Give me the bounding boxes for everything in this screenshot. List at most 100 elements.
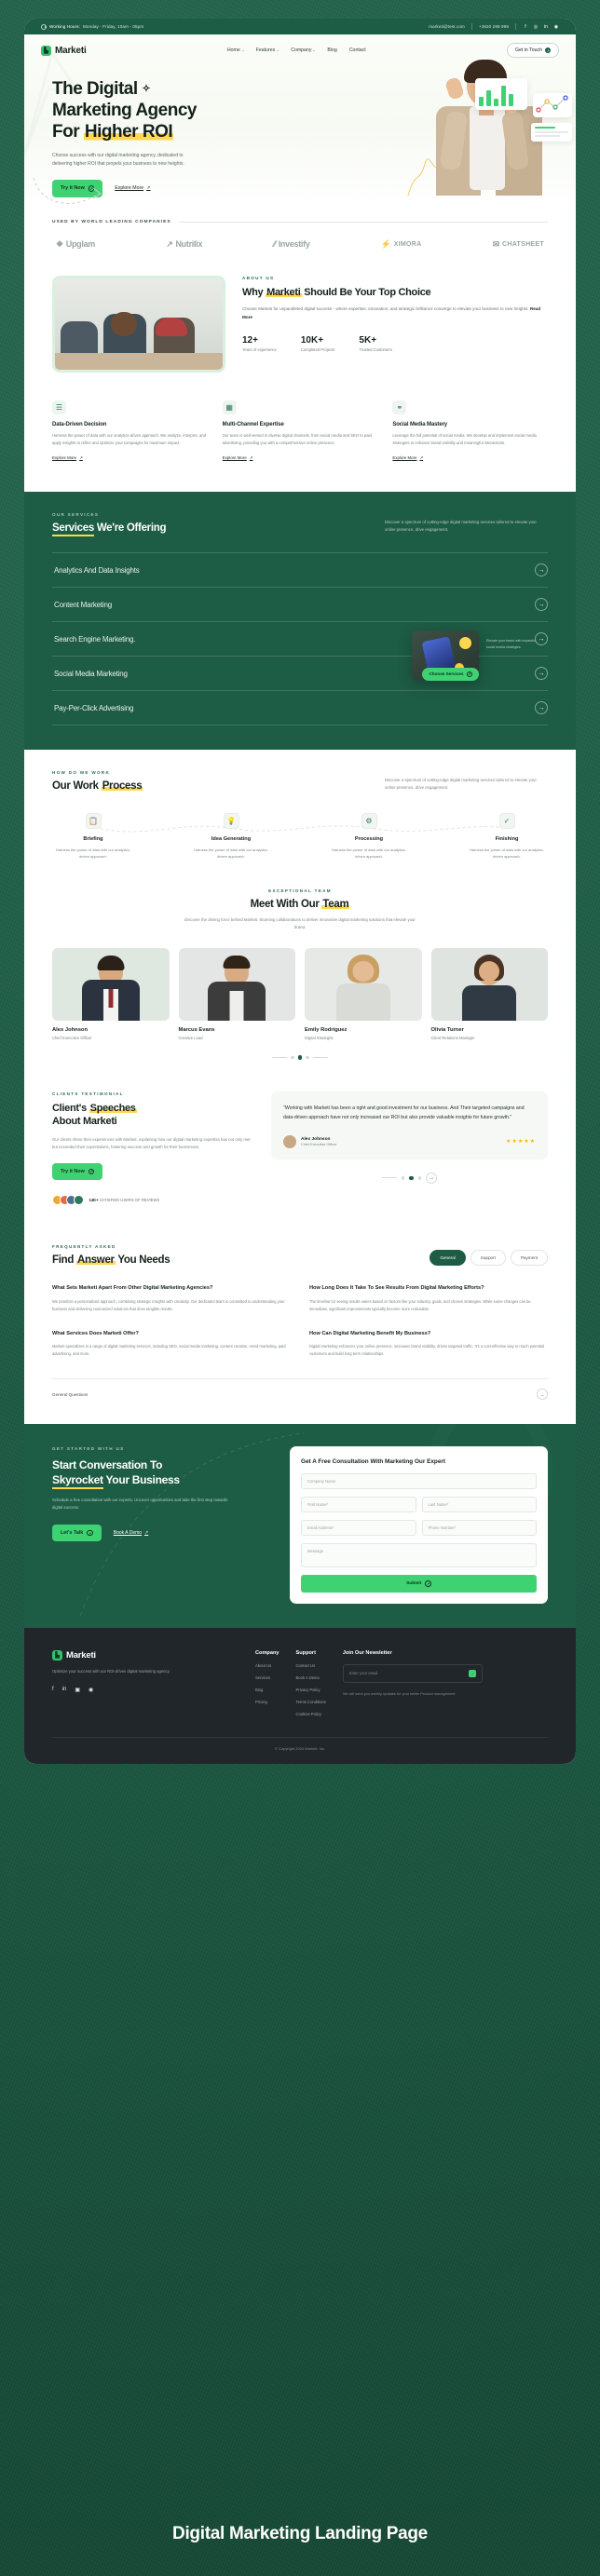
feature-explore-link[interactable]: Explore More ↗: [223, 455, 253, 461]
arrow-right-icon[interactable]: →: [535, 667, 548, 681]
faq-grid: What Sets Marketi Apart From Other Digit…: [52, 1284, 548, 1358]
site-footer: ▙ Marketi Optimize your success with our…: [24, 1627, 576, 1764]
company-name-field[interactable]: Company Name: [301, 1473, 537, 1490]
carousel-dot[interactable]: [306, 1055, 309, 1060]
faq-item[interactable]: What Sets Marketi Apart From Other Digit…: [52, 1284, 291, 1313]
testimonial-carousel-nav[interactable]: →: [271, 1172, 548, 1184]
arrow-right-icon: ↗: [87, 1529, 93, 1537]
first-name-field[interactable]: First Name*: [301, 1497, 416, 1513]
stat-item: 10K+ Completed Projects: [301, 335, 335, 352]
last-name-field[interactable]: Last Name*: [421, 1497, 537, 1513]
carousel-dot[interactable]: [417, 1176, 422, 1180]
step-title: Idea Generating: [211, 835, 252, 842]
step-text: Harness the power of data with our analy…: [331, 847, 407, 860]
chevron-down-icon: [313, 49, 316, 51]
work-title: Our Work Process: [52, 780, 143, 793]
footer-link-blog[interactable]: Blog: [255, 1688, 280, 1692]
topbar-phone[interactable]: +3920 299 999: [479, 24, 509, 29]
facebook-icon[interactable]: f: [52, 1687, 54, 1693]
feature-explore-link[interactable]: Explore More ↗: [392, 455, 423, 461]
stat-label: Trusted Customers: [359, 346, 392, 352]
tab-general[interactable]: General: [430, 1250, 466, 1267]
linkedin-icon[interactable]: in: [543, 24, 549, 30]
clock-icon: [41, 23, 47, 30]
instagram-icon[interactable]: ▣: [75, 1687, 80, 1693]
carousel-prev-dash[interactable]: [381, 1177, 397, 1179]
nav-item-blog[interactable]: Blog: [327, 47, 336, 53]
footer-link-pricing[interactable]: Pricing: [255, 1700, 280, 1704]
footer-link-demo[interactable]: Book A Demo: [296, 1675, 326, 1680]
book-demo-link[interactable]: Book A Demo ↗: [114, 1530, 149, 1536]
service-item-analytics[interactable]: Analytics And Data Insights →: [52, 552, 548, 589]
newsletter-input[interactable]: Enter your email →: [342, 1663, 483, 1683]
page-caption: Digital Marketing Landing Page: [172, 2524, 428, 2543]
topbar-socials: f ◎ in ◉: [523, 24, 559, 30]
utility-topbar: Working Hours: Monday - Friday, 10am - 0…: [24, 19, 576, 34]
whatsapp-icon[interactable]: ◉: [553, 24, 559, 30]
team-member: Emily Rodriguez Digital Strategist: [305, 948, 422, 1040]
feature-explore-link[interactable]: Explore More ↗: [52, 455, 83, 461]
carousel-dot[interactable]: [291, 1055, 294, 1060]
footer-link-cookies[interactable]: Cookies Policy: [296, 1712, 326, 1716]
faq-item[interactable]: How Can Digital Marketing Benefit My Bus…: [309, 1330, 548, 1359]
footer-link-terms[interactable]: Terms Conditions: [296, 1700, 326, 1704]
lets-talk-button[interactable]: Let's Talk ↗: [52, 1524, 102, 1542]
logo-ximora: ⚡ XIMORA: [380, 238, 422, 249]
brand-logo[interactable]: ▙ Marketi: [41, 45, 87, 56]
arrow-right-icon[interactable]: →: [535, 563, 548, 577]
services-section: OUR SERVICES Services We're Offering Dis…: [24, 491, 576, 751]
tab-payment[interactable]: Payment: [510, 1250, 548, 1267]
footer-link-about[interactable]: About Us: [255, 1663, 280, 1668]
faq-item[interactable]: What Services Does Marketi Offer? Market…: [52, 1330, 291, 1359]
main-navigation: ▙ Marketi Home Features Company Blog Con…: [24, 34, 576, 61]
lets-talk-label: Let's Talk: [61, 1530, 84, 1537]
footer-link-privacy[interactable]: Privacy Policy: [296, 1688, 326, 1692]
carousel-dot-active[interactable]: [409, 1175, 414, 1181]
topbar-email[interactable]: marketi@test.com: [429, 24, 465, 29]
message-field[interactable]: Message: [301, 1543, 537, 1568]
footer-copyright: © Copyright 2024 Marketi. Inc.: [52, 1736, 548, 1764]
about-paragraph: Choose Marketi for unparalleled digital …: [242, 306, 541, 320]
team-carousel-dots[interactable]: [52, 1055, 548, 1060]
service-item-content[interactable]: Content Marketing →: [52, 588, 548, 623]
faq-footer: General Questions →: [52, 1378, 548, 1401]
reviews-count: 14K+: [89, 1198, 99, 1203]
explore-more-link[interactable]: Explore More ↗: [115, 185, 150, 191]
sparkle-icon: ✧: [142, 83, 151, 95]
linkedin-icon[interactable]: in: [62, 1687, 67, 1693]
arrow-right-icon[interactable]: →: [535, 701, 548, 715]
nav-item-company[interactable]: Company: [291, 47, 316, 53]
arrow-right-icon[interactable]: →: [537, 1389, 548, 1401]
carousel-next-button[interactable]: →: [426, 1172, 438, 1184]
phone-field[interactable]: Phone Number*: [421, 1520, 537, 1537]
nav-item-contact[interactable]: Contact: [349, 47, 366, 53]
carousel-next[interactable]: [312, 1056, 328, 1058]
quote-text: "Working with Marketi has been a right a…: [283, 1105, 525, 1120]
submit-button[interactable]: Submit ↗: [301, 1575, 537, 1593]
whatsapp-icon[interactable]: ◉: [89, 1687, 93, 1693]
carousel-dot[interactable]: [401, 1176, 405, 1180]
choose-services-button[interactable]: Choose Services ↗: [422, 668, 479, 681]
get-in-touch-button[interactable]: Get in Touch ↗: [506, 43, 559, 58]
chevron-down-icon: [241, 49, 244, 51]
testimonial-eyebrow: CLIENTS TESTIMONIAL: [52, 1091, 124, 1096]
facebook-icon[interactable]: f: [523, 24, 528, 30]
arrow-right-icon[interactable]: →: [535, 598, 548, 612]
newsletter-submit-icon[interactable]: →: [468, 1669, 476, 1677]
email-field[interactable]: Email Address*: [301, 1520, 416, 1537]
testimonial-try-button[interactable]: Try it Now ↗: [52, 1162, 103, 1181]
footer-link-services[interactable]: Services: [255, 1675, 280, 1680]
footer-link-contact[interactable]: Contact Us: [296, 1663, 326, 1668]
carousel-dot-active[interactable]: [297, 1055, 303, 1060]
footer-brand[interactable]: ▙ Marketi: [52, 1649, 239, 1661]
feature-text: Our team is well-versed in diverse digit…: [222, 432, 372, 445]
service-item-ppc[interactable]: Pay-Per-Click Advertising →: [52, 691, 548, 726]
tab-support[interactable]: Support: [470, 1250, 506, 1267]
service-name: Pay-Per-Click Advertising: [54, 703, 134, 712]
nav-item-home[interactable]: Home: [227, 47, 244, 53]
faq-item[interactable]: How Long Does It Take To See Results Fro…: [309, 1284, 548, 1313]
instagram-icon[interactable]: ◎: [533, 24, 539, 30]
carousel-prev[interactable]: [272, 1056, 288, 1058]
footer-tagline: Optimize your success with our ROI-drive…: [52, 1668, 170, 1674]
nav-item-features[interactable]: Features: [256, 47, 280, 53]
